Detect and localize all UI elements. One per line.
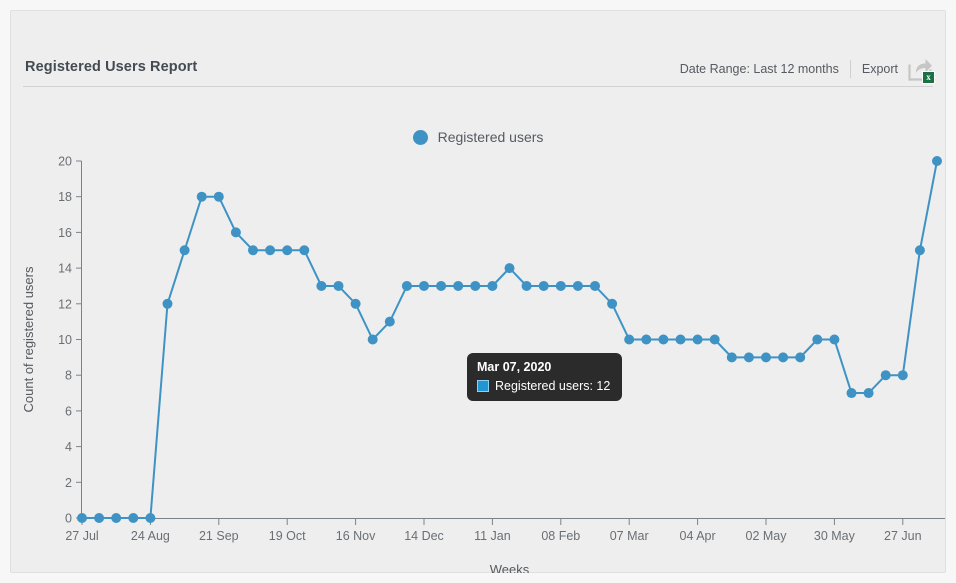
y-axis-tick-label: 14 <box>58 262 72 276</box>
y-axis-tick-label: 20 <box>58 155 72 169</box>
data-point[interactable] <box>77 513 87 523</box>
data-point[interactable] <box>248 245 258 255</box>
data-point[interactable] <box>607 299 617 309</box>
data-point[interactable] <box>624 335 634 345</box>
data-point[interactable] <box>265 245 275 255</box>
toolbar-divider <box>850 60 851 78</box>
data-point[interactable] <box>522 281 532 291</box>
data-point[interactable] <box>368 335 378 345</box>
y-axis-tick-label: 2 <box>65 476 72 490</box>
data-point[interactable] <box>829 335 839 345</box>
x-axis-tick-label: 27 Jun <box>884 529 922 543</box>
y-axis-tick-label: 4 <box>65 440 72 454</box>
data-point[interactable] <box>676 335 686 345</box>
report-panel: Registered Users Report Date Range: Last… <box>10 10 946 573</box>
data-point[interactable] <box>197 192 207 202</box>
data-point[interactable] <box>590 281 600 291</box>
data-point[interactable] <box>419 281 429 291</box>
data-point[interactable] <box>163 299 173 309</box>
data-point[interactable] <box>145 513 155 523</box>
x-axis-tick-label: 16 Nov <box>336 529 376 543</box>
data-point[interactable] <box>727 352 737 362</box>
page-title: Registered Users Report <box>25 59 197 75</box>
x-axis-title: Weeks <box>490 562 530 573</box>
x-axis-tick-label: 24 Aug <box>131 529 170 543</box>
data-point[interactable] <box>693 335 703 345</box>
export-button[interactable]: Export <box>862 62 898 76</box>
x-axis-tick-label: 04 Apr <box>680 529 716 543</box>
data-point[interactable] <box>94 513 104 523</box>
data-point[interactable] <box>847 388 857 398</box>
x-axis: 27 Jul 24 Aug 21 Sep 19 Oct 16 Nov 14 Dec 11 J… <box>65 519 945 544</box>
data-point[interactable] <box>915 245 925 255</box>
header-tools: Date Range: Last 12 months Export x <box>680 59 933 79</box>
panel-header: Registered Users Report Date Range: Last… <box>11 11 945 86</box>
data-point[interactable] <box>299 245 309 255</box>
data-point[interactable] <box>436 281 446 291</box>
x-axis-tick-label: 19 Oct <box>269 529 306 543</box>
x-axis-tick-label: 02 May <box>746 529 788 543</box>
data-point[interactable] <box>470 281 480 291</box>
data-point[interactable] <box>778 352 788 362</box>
data-point[interactable] <box>761 352 771 362</box>
date-range-label[interactable]: Date Range: Last 12 months <box>680 62 839 76</box>
data-point[interactable] <box>710 335 720 345</box>
y-axis-tick-label: 8 <box>65 369 72 383</box>
data-point[interactable] <box>231 227 241 237</box>
x-axis-tick-label: 11 Jan <box>474 529 511 543</box>
share-export-icon[interactable]: x <box>907 56 933 82</box>
x-axis-tick-label: 30 May <box>814 529 856 543</box>
y-axis-tick-label: 0 <box>65 512 72 526</box>
data-point[interactable] <box>316 281 326 291</box>
data-point[interactable] <box>556 281 566 291</box>
x-axis-tick-label: 07 Mar <box>610 529 649 543</box>
excel-badge: x <box>922 71 935 84</box>
data-point[interactable] <box>128 513 138 523</box>
data-point[interactable] <box>385 317 395 327</box>
y-axis-tick-label: 18 <box>58 190 72 204</box>
y-axis-tick-label: 10 <box>58 333 72 347</box>
y-axis-tick-label: 12 <box>58 297 72 311</box>
chart-area: Registered users 02468101214161820 27 Ju… <box>11 87 945 573</box>
data-point[interactable] <box>795 352 805 362</box>
data-point[interactable] <box>453 281 463 291</box>
data-point[interactable] <box>881 370 891 380</box>
data-point[interactable] <box>402 281 412 291</box>
y-axis-tick-label: 6 <box>65 404 72 418</box>
data-point[interactable] <box>214 192 224 202</box>
x-axis-tick-label: 27 Jul <box>65 529 98 543</box>
series-line <box>82 161 937 518</box>
data-point[interactable] <box>932 156 942 166</box>
data-point[interactable] <box>505 263 515 273</box>
x-axis-tick-label: 08 Feb <box>541 529 580 543</box>
y-axis: 0 2 4 6 8 10 12 14 16 18 20 <box>58 155 81 526</box>
y-axis-tick-label: 16 <box>58 226 72 240</box>
data-point[interactable] <box>658 335 668 345</box>
data-point[interactable] <box>282 245 292 255</box>
series-registered-users <box>77 156 942 523</box>
x-axis-tick-label: 21 Sep <box>199 529 239 543</box>
data-point[interactable] <box>539 281 549 291</box>
data-point[interactable] <box>641 335 651 345</box>
data-point[interactable] <box>487 281 497 291</box>
line-chart[interactable]: 0 2 4 6 8 10 12 14 16 18 20 27 Jul 24 Aug 21 Sep 19 O… <box>11 87 947 573</box>
data-point[interactable] <box>812 335 822 345</box>
y-axis-title: Count of registered users <box>21 266 36 412</box>
data-point[interactable] <box>864 388 874 398</box>
data-point[interactable] <box>334 281 344 291</box>
data-point[interactable] <box>111 513 121 523</box>
data-point[interactable] <box>573 281 583 291</box>
data-point[interactable] <box>351 299 361 309</box>
data-point[interactable] <box>744 352 754 362</box>
x-axis-tick-label: 14 Dec <box>404 529 444 543</box>
data-point[interactable] <box>898 370 908 380</box>
data-point[interactable] <box>180 245 190 255</box>
